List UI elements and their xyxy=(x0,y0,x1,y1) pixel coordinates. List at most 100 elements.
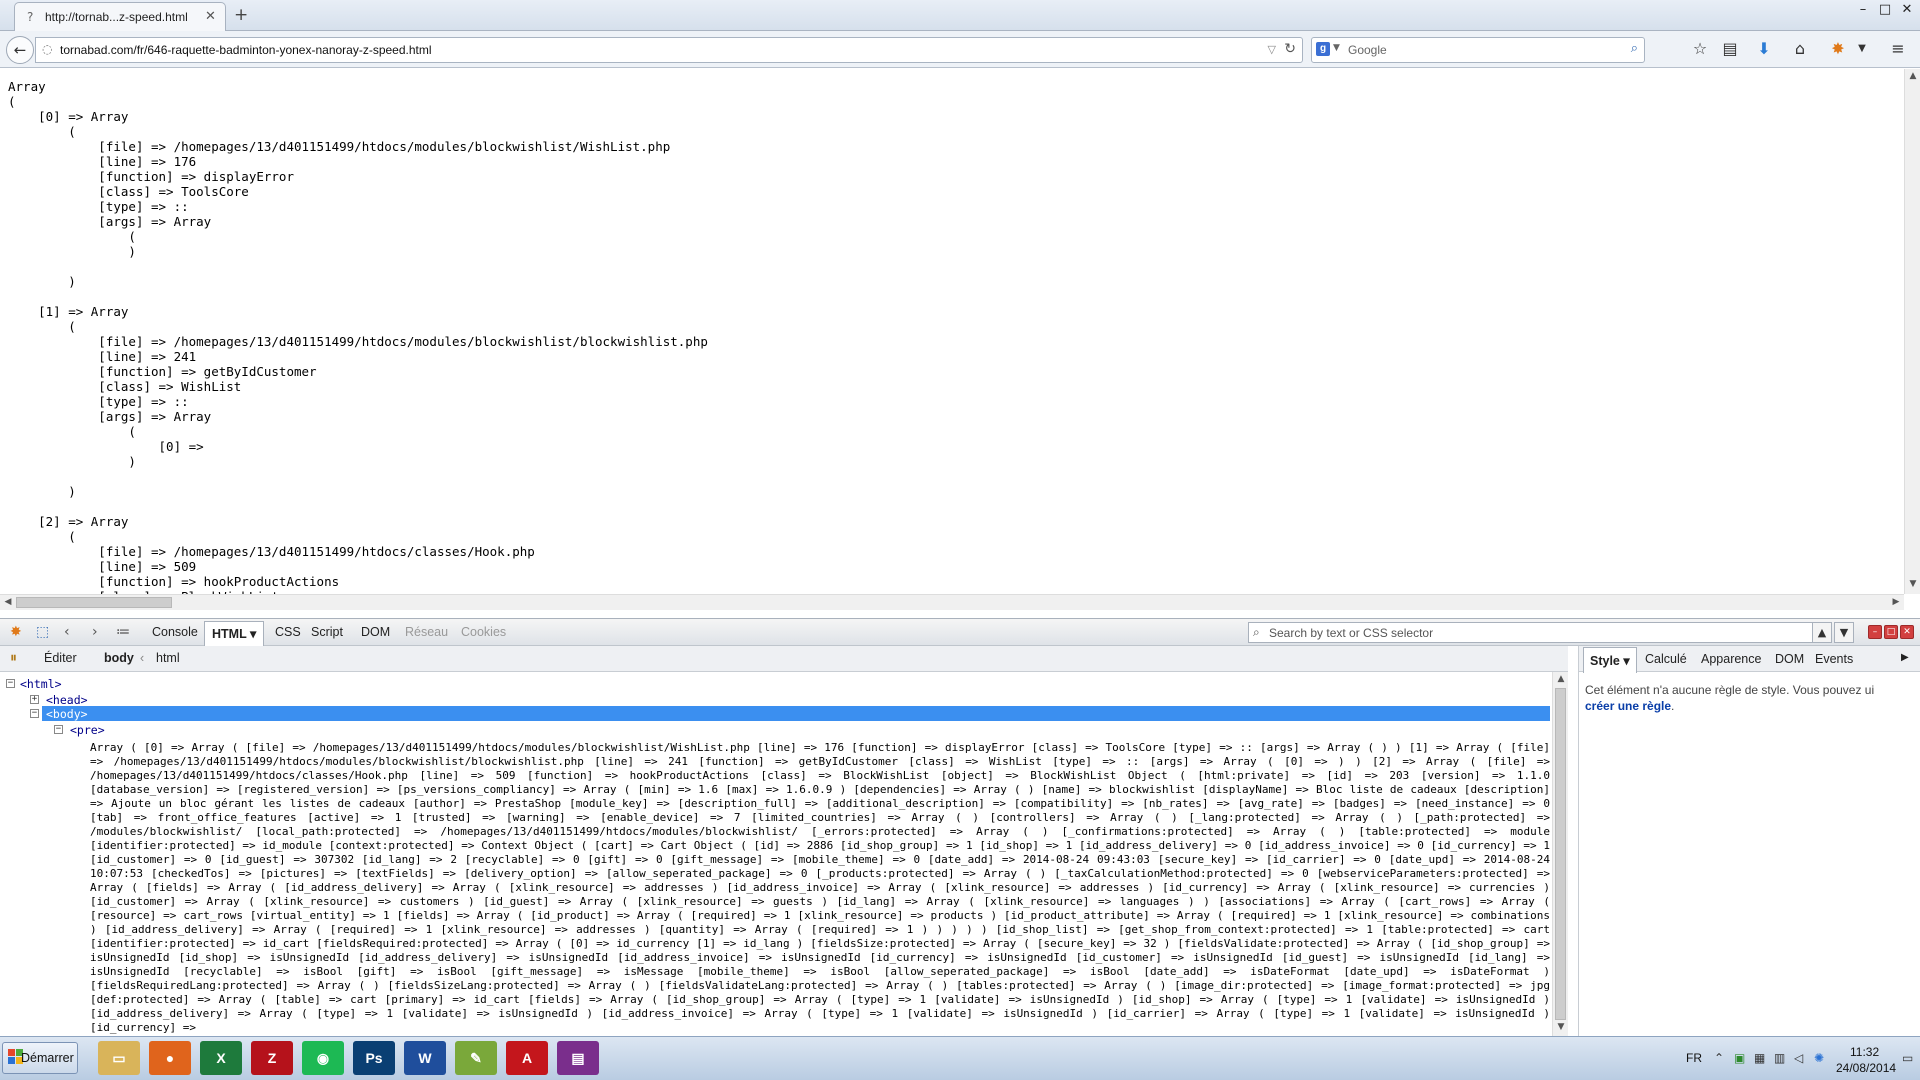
breadcrumb-body[interactable]: body xyxy=(104,651,134,665)
search-prev-button[interactable]: ▲ xyxy=(1812,622,1832,643)
tab-css[interactable]: CSS xyxy=(275,625,301,639)
collapse-body-icon[interactable]: − xyxy=(30,709,39,718)
start-label[interactable]: Démarrer xyxy=(21,1051,74,1065)
clock-date[interactable]: 24/08/2014 xyxy=(1836,1061,1896,1075)
collapse-html-icon[interactable]: − xyxy=(6,679,15,688)
taskbar-app-notepad[interactable]: ✎ xyxy=(455,1041,497,1075)
tab-html-label[interactable]: HTML xyxy=(212,627,247,641)
google-engine-icon[interactable]: g xyxy=(1316,42,1330,56)
bookmark-star-icon[interactable]: ☆ xyxy=(1688,37,1712,61)
site-identity-icon[interactable]: ◌ xyxy=(42,42,52,56)
taskbar-app-filezilla[interactable]: Z xyxy=(251,1041,293,1075)
panel-scroll-down-icon[interactable]: ▼ xyxy=(1553,1022,1569,1032)
create-rule-link[interactable]: créer une règle xyxy=(1585,699,1671,713)
taskbar-app-photoshop[interactable]: Ps xyxy=(353,1041,395,1075)
home-icon[interactable]: ⌂ xyxy=(1788,37,1812,61)
side-tab-apparence[interactable]: Apparence xyxy=(1701,652,1761,666)
inspect-element-icon[interactable]: ⬚ xyxy=(36,624,49,640)
taskbar-app-spotify[interactable]: ◉ xyxy=(302,1041,344,1075)
break-on-mutate-icon[interactable]: ⏸ xyxy=(10,650,17,666)
firebug-minimize-icon[interactable]: – xyxy=(1868,625,1882,639)
engine-dropdown-icon[interactable]: ▼ xyxy=(1333,43,1340,53)
scroll-up-icon[interactable]: ▲ xyxy=(1905,71,1920,81)
side-tab-style-label[interactable]: Style xyxy=(1590,654,1620,668)
breadcrumb-html[interactable]: html xyxy=(156,651,180,665)
tab-reseau[interactable]: Réseau xyxy=(405,625,448,639)
edit-button[interactable]: Éditer xyxy=(44,651,77,665)
tab-html-dropdown-icon[interactable]: ▾ xyxy=(250,627,256,641)
tab-html[interactable]: HTML ▾ xyxy=(204,621,265,647)
search-bar[interactable]: g ▼ Google ⌕ xyxy=(1311,37,1645,63)
url-text[interactable]: tornabad.com/fr/646-raquette-badminton-y… xyxy=(60,43,432,57)
node-html[interactable]: <html> xyxy=(20,677,62,691)
firebug-detach-icon[interactable]: □ xyxy=(1884,625,1898,639)
url-dropdown-icon[interactable]: ▽ xyxy=(1268,43,1276,56)
downloads-icon[interactable]: ⬇ xyxy=(1752,37,1776,61)
firebug-search-input[interactable]: ⌕ Search by text or CSS selector xyxy=(1248,622,1820,643)
maximize-button[interactable]: □ xyxy=(1874,2,1896,20)
show-hidden-icons-icon[interactable]: ⌃ xyxy=(1714,1051,1724,1065)
nav-back-icon[interactable]: ‹ xyxy=(64,624,70,640)
side-tab-calcule[interactable]: Calculé xyxy=(1645,652,1687,666)
menu-icon[interactable]: ≡ xyxy=(1886,37,1910,61)
expand-head-icon[interactable]: + xyxy=(30,695,39,704)
firebug-icon[interactable]: ✸ xyxy=(1826,37,1850,61)
volume-icon[interactable]: ◁ xyxy=(1794,1051,1803,1065)
collapse-pre-icon[interactable]: − xyxy=(54,725,63,734)
taskbar-app-word[interactable]: W xyxy=(404,1041,446,1075)
browser-tab[interactable]: ? http://tornab...z-speed.html ✕ xyxy=(14,2,226,32)
panel-scroll-up-icon[interactable]: ▲ xyxy=(1553,674,1569,684)
scroll-left-icon[interactable]: ◀ xyxy=(2,597,14,607)
tab-console[interactable]: Console xyxy=(152,625,198,639)
page-vertical-scrollbar[interactable]: ▲ ▼ xyxy=(1904,69,1920,594)
show-desktop-icon[interactable]: ▭ xyxy=(1902,1051,1913,1065)
taskbar-app-excel[interactable]: X xyxy=(200,1041,242,1075)
page-content: Array ( [0] => Array ( [file] => /homepa… xyxy=(0,69,1904,594)
side-tab-style[interactable]: Style ▾ xyxy=(1583,647,1637,673)
side-panel-menu-icon[interactable]: ▶ xyxy=(1901,652,1909,663)
tray-device-icon[interactable]: ▦ xyxy=(1754,1051,1765,1065)
taskbar-app-acrobat[interactable]: A xyxy=(506,1041,548,1075)
html-panel-scrollbar[interactable]: ▲ ▼ xyxy=(1552,672,1568,1036)
search-go-icon[interactable]: ⌕ xyxy=(1631,41,1638,56)
side-tab-dom[interactable]: DOM xyxy=(1775,652,1804,666)
network-icon[interactable]: ▥ xyxy=(1774,1051,1785,1065)
page-horizontal-scrollbar[interactable]: ◀ ▶ xyxy=(0,594,1904,610)
search-placeholder[interactable]: Google xyxy=(1348,43,1387,57)
back-button[interactable]: ← xyxy=(6,36,34,64)
new-tab-button[interactable]: + xyxy=(234,5,248,25)
node-head[interactable]: <head> xyxy=(46,693,88,707)
tab-close-icon[interactable]: ✕ xyxy=(205,9,216,24)
firebug-menu-icon[interactable]: ✸ xyxy=(10,624,22,640)
close-window-button[interactable]: ✕ xyxy=(1896,2,1918,20)
side-tab-events[interactable]: Events xyxy=(1815,652,1853,666)
side-tab-style-dropdown-icon[interactable]: ▾ xyxy=(1623,654,1629,668)
command-line-icon[interactable]: ≔ xyxy=(116,624,130,640)
scroll-right-icon[interactable]: ▶ xyxy=(1890,597,1902,607)
tray-app-icon[interactable]: ▣ xyxy=(1734,1051,1745,1065)
node-body[interactable]: <body> xyxy=(46,707,88,721)
tab-cookies[interactable]: Cookies xyxy=(461,625,506,639)
tab-script[interactable]: Script xyxy=(311,625,343,639)
minimize-button[interactable]: – xyxy=(1852,2,1874,20)
taskbar-app-firefox[interactable]: ● xyxy=(149,1041,191,1075)
tab-dom[interactable]: DOM xyxy=(361,625,390,639)
firebug-close-icon[interactable]: ✕ xyxy=(1900,625,1914,639)
action-center-icon[interactable]: ✺ xyxy=(1814,1051,1824,1065)
node-pre[interactable]: <pre> xyxy=(70,723,105,737)
firebug-dropdown-icon[interactable]: ▼ xyxy=(1850,37,1874,61)
clock-time[interactable]: 11:32 xyxy=(1850,1045,1879,1059)
panel-scroll-thumb[interactable] xyxy=(1555,688,1566,1020)
url-bar[interactable]: ◌ tornabad.com/fr/646-raquette-badminton… xyxy=(35,37,1303,63)
taskbar-app-winrar[interactable]: ▤ xyxy=(557,1041,599,1075)
start-button[interactable]: Démarrer xyxy=(2,1042,78,1074)
scroll-down-icon[interactable]: ▼ xyxy=(1905,579,1920,589)
nav-forward-icon[interactable]: › xyxy=(92,624,98,640)
reload-icon[interactable]: ↻ xyxy=(1284,41,1296,57)
search-next-button[interactable]: ▼ xyxy=(1834,622,1854,643)
taskbar-app-explorer[interactable]: ▭ xyxy=(98,1041,140,1075)
firebug-search-placeholder[interactable]: Search by text or CSS selector xyxy=(1269,626,1433,640)
horizontal-scroll-thumb[interactable] xyxy=(16,597,172,608)
language-indicator[interactable]: FR xyxy=(1686,1051,1702,1065)
bookmarks-menu-icon[interactable]: ▤ xyxy=(1718,37,1742,61)
